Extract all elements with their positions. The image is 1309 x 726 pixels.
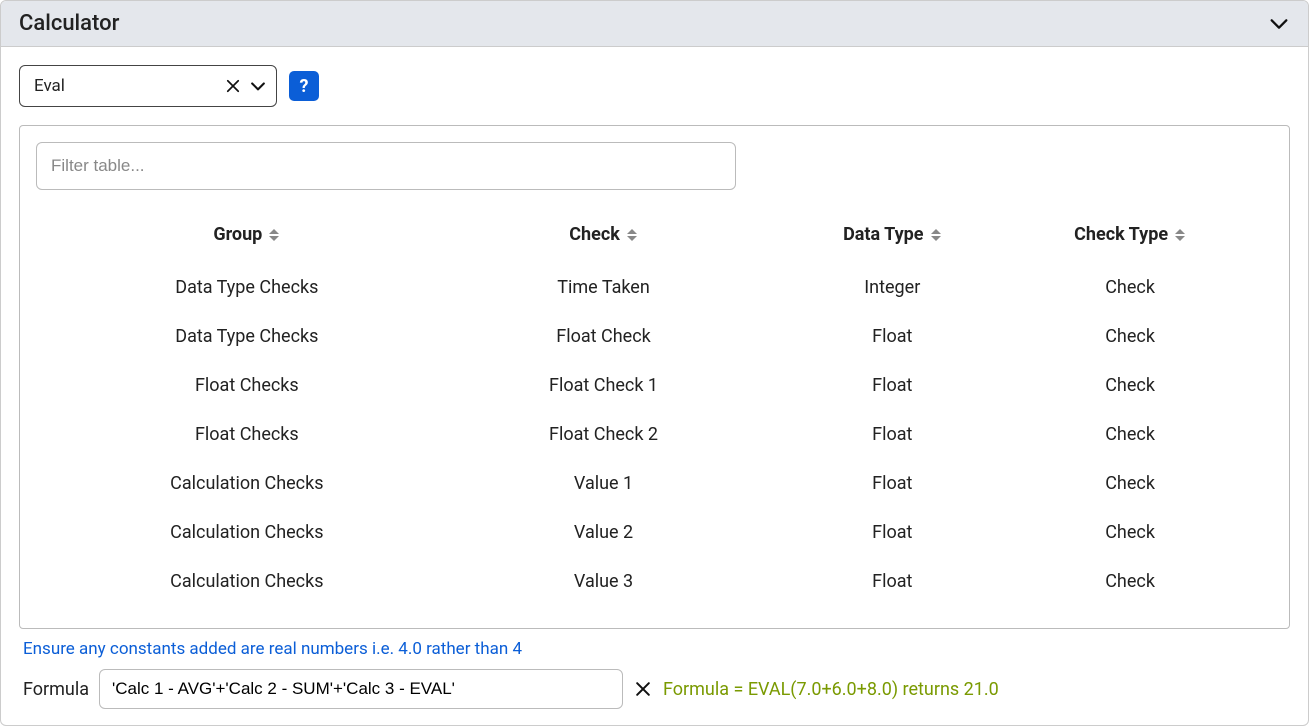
cell-group: Float Checks	[60, 375, 434, 396]
help-button[interactable]: ?	[289, 71, 319, 101]
formula-row: Formula Formula = EVAL(7.0+6.0+8.0) retu…	[19, 669, 1290, 713]
calculator-panel: Calculator Eval ?	[0, 0, 1309, 726]
cell-checktype: Check	[1011, 375, 1249, 396]
col-header-datatype-label: Data Type	[843, 224, 923, 245]
table-row[interactable]: Calculation Checks Value 2 Float Check	[20, 508, 1289, 557]
formula-result: Formula = EVAL(7.0+6.0+8.0) returns 21.0	[663, 679, 999, 700]
cell-checktype: Check	[1011, 571, 1249, 592]
cell-group: Calculation Checks	[60, 522, 434, 543]
filter-row	[20, 142, 1289, 206]
table-container: Group Check Data Typ	[19, 125, 1290, 629]
cell-datatype: Float	[773, 522, 1011, 543]
cell-checktype: Check	[1011, 424, 1249, 445]
hint-text: Ensure any constants added are real numb…	[19, 629, 1290, 669]
formula-input[interactable]	[99, 669, 623, 709]
sort-icon	[1174, 227, 1186, 243]
grid-body[interactable]: Data Type Checks Time Taken Integer Chec…	[20, 263, 1289, 628]
cell-datatype: Float	[773, 424, 1011, 445]
table-row[interactable]: Calculation Checks Value 3 Float Check	[20, 557, 1289, 606]
cell-check: Float Check	[434, 326, 774, 347]
cell-group: Calculation Checks	[60, 571, 434, 592]
cell-datatype: Float	[773, 571, 1011, 592]
cell-checktype: Check	[1011, 326, 1249, 347]
help-icon: ?	[300, 76, 309, 97]
grid-header: Group Check Data Typ	[20, 206, 1289, 263]
cell-group: Data Type Checks	[60, 277, 434, 298]
cell-group: Calculation Checks	[60, 473, 434, 494]
table-row[interactable]: Data Type Checks Time Taken Integer Chec…	[20, 263, 1289, 312]
cell-checktype: Check	[1011, 522, 1249, 543]
col-header-group-label: Group	[213, 224, 262, 245]
col-header-datatype[interactable]: Data Type	[773, 224, 1011, 245]
sort-icon	[626, 227, 638, 243]
table-row[interactable]: Float Checks Float Check 2 Float Check	[20, 410, 1289, 459]
col-header-checktype[interactable]: Check Type	[1011, 224, 1249, 245]
cell-check: Float Check 2	[434, 424, 774, 445]
cell-group: Data Type Checks	[60, 326, 434, 347]
cell-datatype: Float	[773, 375, 1011, 396]
cell-checktype: Check	[1011, 277, 1249, 298]
sort-icon	[268, 227, 280, 243]
col-header-group[interactable]: Group	[60, 224, 434, 245]
function-select-clear[interactable]	[224, 77, 242, 95]
formula-clear-button[interactable]	[633, 679, 653, 699]
filter-input[interactable]	[36, 142, 736, 190]
function-select-value: Eval	[34, 76, 218, 96]
top-controls: Eval ?	[19, 65, 1290, 107]
col-header-checktype-label: Check Type	[1074, 224, 1168, 245]
formula-label: Formula	[23, 679, 89, 700]
function-select-dropdown[interactable]	[248, 76, 268, 96]
cell-check: Value 2	[434, 522, 774, 543]
panel-body: Eval ? Group	[1, 47, 1308, 725]
panel-title: Calculator	[19, 11, 119, 36]
panel-header: Calculator	[1, 1, 1308, 47]
cell-datatype: Float	[773, 326, 1011, 347]
cell-datatype: Integer	[773, 277, 1011, 298]
data-grid: Group Check Data Typ	[20, 206, 1289, 628]
spacer	[20, 606, 1289, 628]
chevron-down-icon	[1268, 13, 1290, 35]
table-row[interactable]: Calculation Checks Value 1 Float Check	[20, 459, 1289, 508]
cell-datatype: Float	[773, 473, 1011, 494]
cell-check: Time Taken	[434, 277, 774, 298]
cell-check: Value 1	[434, 473, 774, 494]
close-icon	[224, 77, 242, 95]
col-header-check[interactable]: Check	[434, 224, 774, 245]
cell-check: Value 3	[434, 571, 774, 592]
col-header-check-label: Check	[569, 224, 620, 245]
chevron-down-icon	[248, 76, 268, 96]
grid-body-container: Data Type Checks Time Taken Integer Chec…	[20, 263, 1289, 628]
cell-checktype: Check	[1011, 473, 1249, 494]
table-row[interactable]: Float Checks Float Check 1 Float Check	[20, 361, 1289, 410]
close-icon	[633, 679, 653, 699]
cell-group: Float Checks	[60, 424, 434, 445]
function-select[interactable]: Eval	[19, 65, 277, 107]
panel-collapse-toggle[interactable]	[1268, 13, 1290, 35]
sort-icon	[930, 227, 942, 243]
table-row[interactable]: Data Type Checks Float Check Float Check	[20, 312, 1289, 361]
cell-check: Float Check 1	[434, 375, 774, 396]
